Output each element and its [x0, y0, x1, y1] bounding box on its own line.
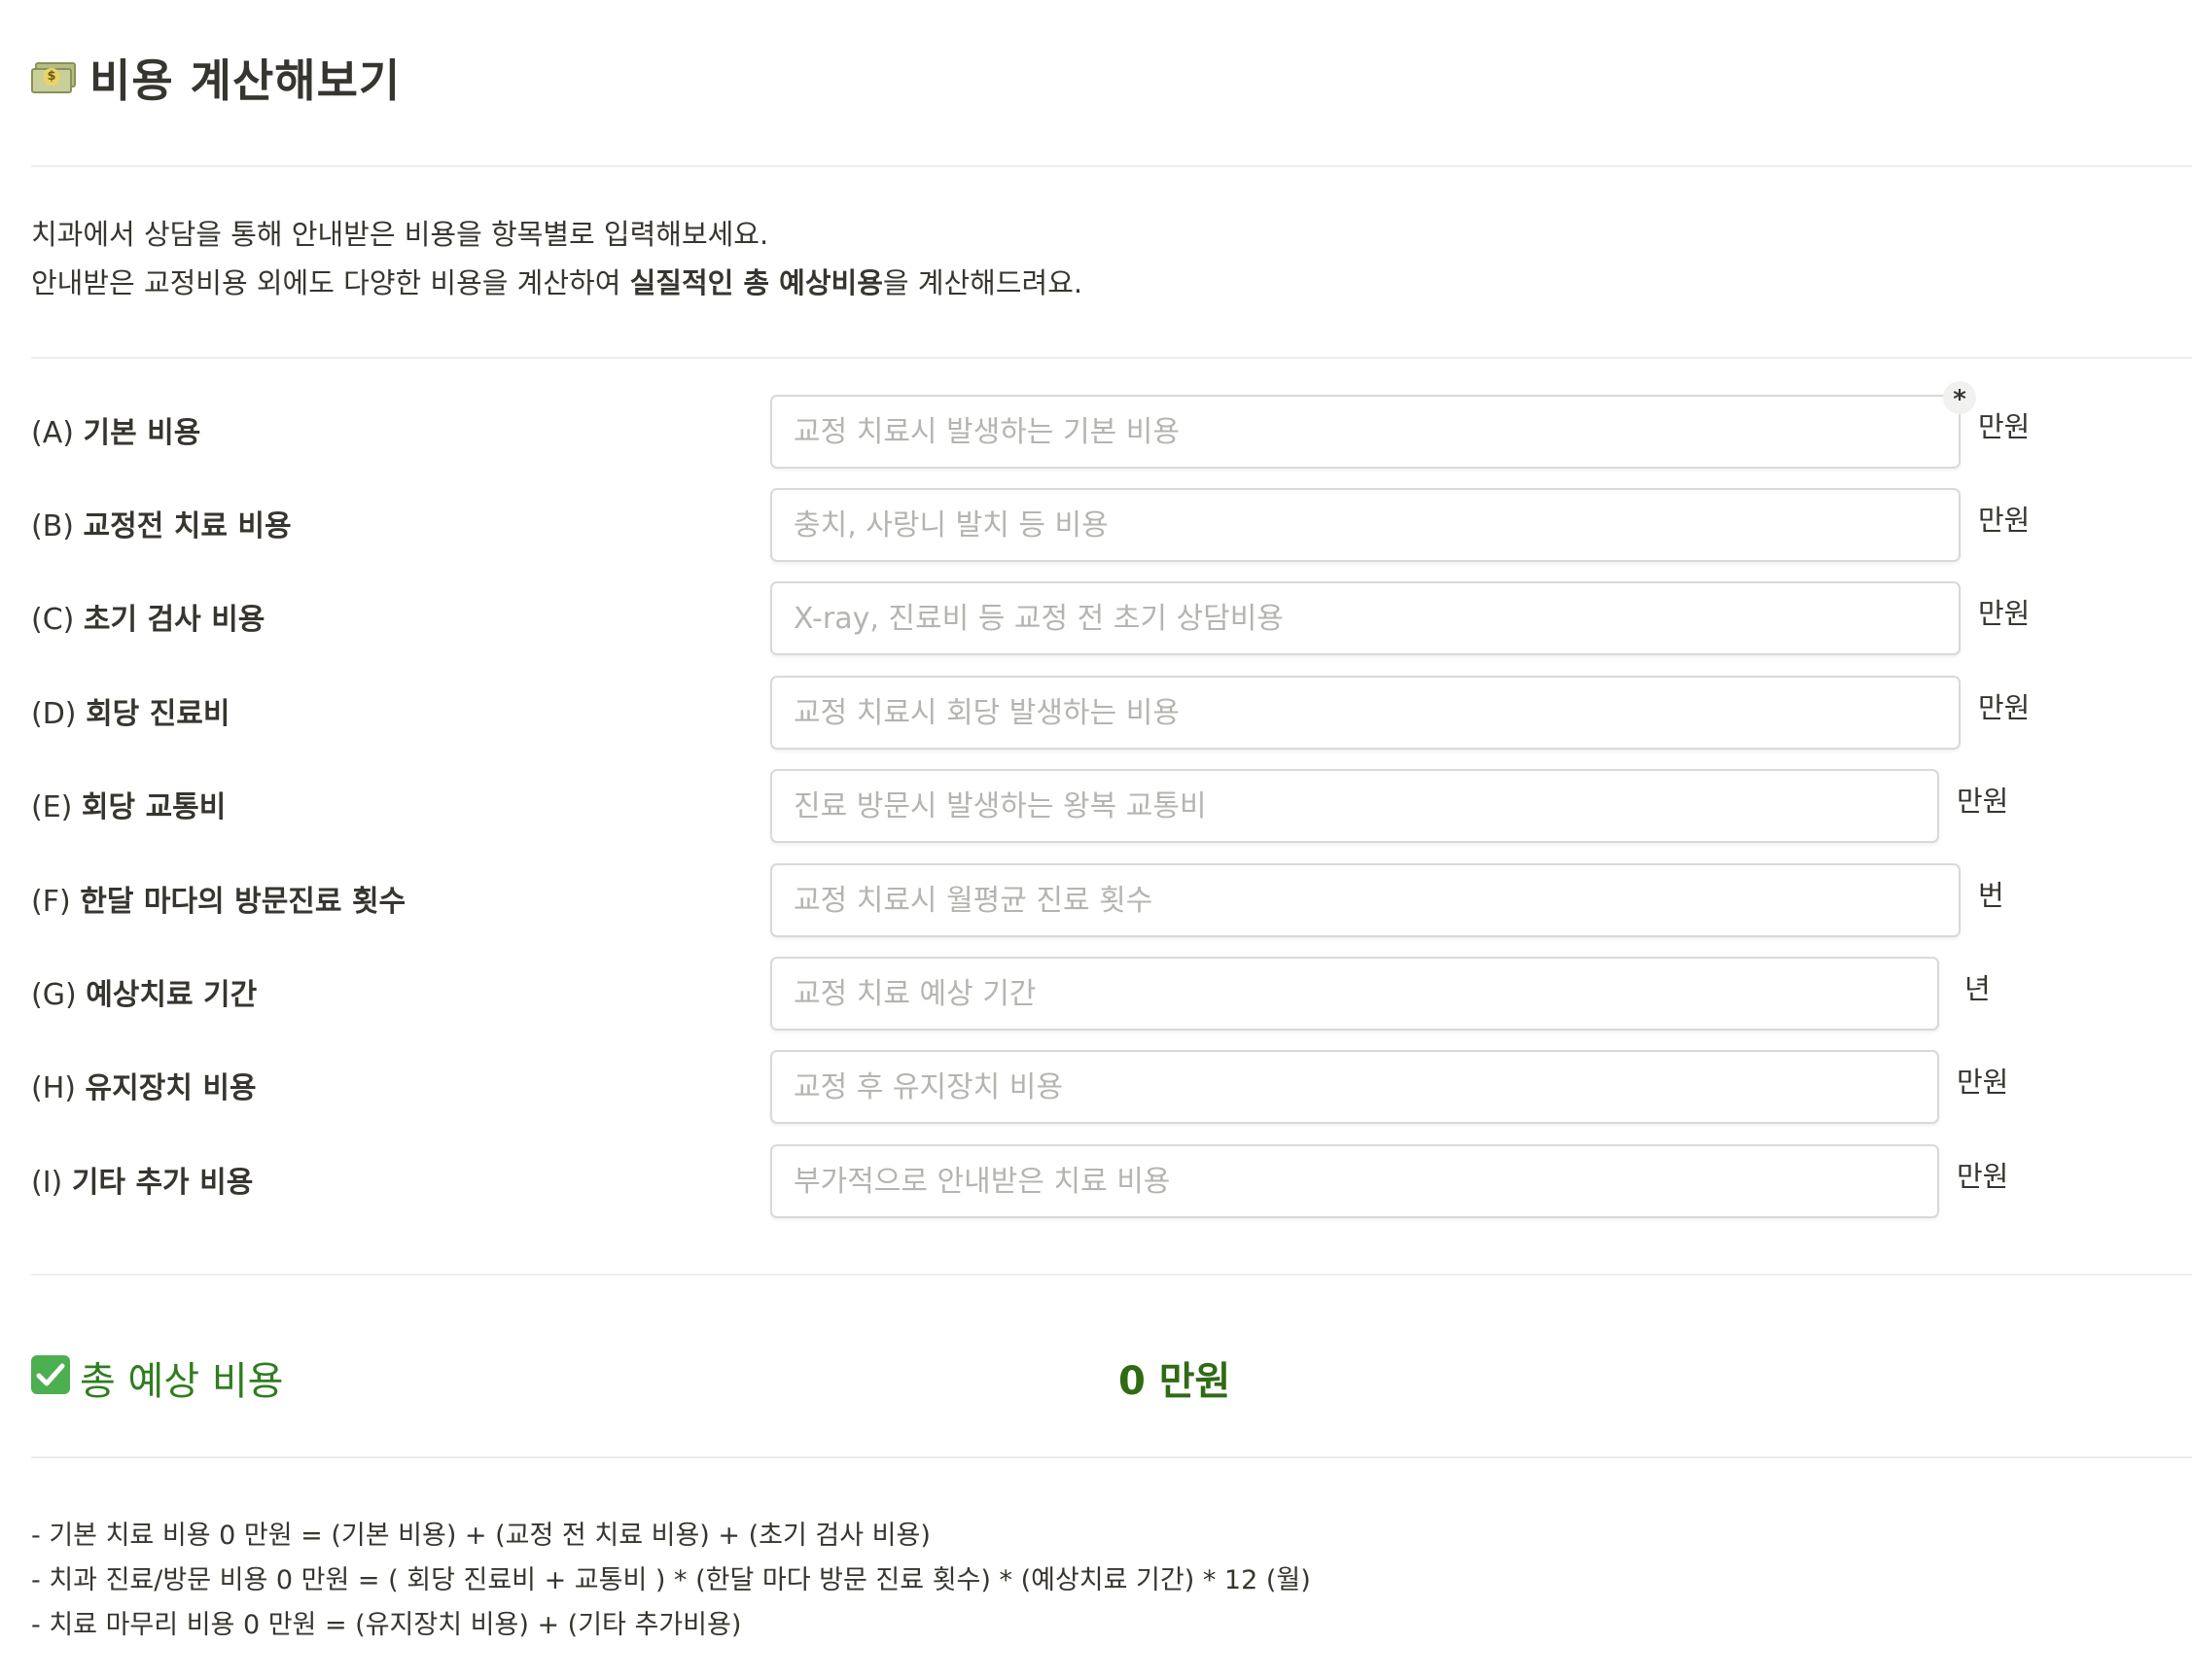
row-base-cost: (A) 기본 비용 * 만원	[31, 381, 2161, 471]
intro-line-2: 안내받은 교정비용 외에도 다양한 비용을 계산하여 실질적인 총 예상비용을 …	[31, 259, 1082, 307]
row-label: (H) 유지장치 비용	[31, 1071, 257, 1105]
row-retainer-cost: (H) 유지장치 비용 만원	[31, 1050, 2161, 1126]
unit-label: 만원	[1957, 1066, 2009, 1099]
intro-text: 치과에서 상담을 통해 안내받은 비용을 항목별로 입력해보세요. 안내받은 교…	[31, 210, 1082, 307]
unit-label: 만원	[1978, 504, 2031, 537]
total-value: 0 만원	[1118, 1359, 1231, 1404]
intro-emphasis: 실질적인 총 예상비용	[629, 266, 883, 299]
formula-finishing-cost: - 치료 마무리 비용 0 만원 = (유지장치 비용) + (기타 추가비용)	[31, 1610, 742, 1640]
page-title: 비용 계산해보기	[89, 54, 402, 107]
total-estimated-cost: 총 예상 비용 0 만원	[31, 1342, 2161, 1410]
transport-cost-input[interactable]	[770, 769, 1939, 843]
divider	[31, 1274, 2192, 1276]
row-label: (I) 기타 추가 비용	[31, 1166, 254, 1200]
row-label: (A) 기본 비용	[31, 416, 201, 450]
unit-label: 만원	[1957, 785, 2009, 818]
row-initial-exam-cost: (C) 초기 검사 비용 만원	[31, 581, 2161, 657]
intro-line-2-start: 안내받은 교정비용 외에도 다양한 비용을 계산하여	[31, 266, 630, 299]
row-label: (G) 예상치료 기간	[31, 978, 258, 1012]
unit-label: 만원	[1978, 410, 2031, 443]
row-label: (B) 교정전 치료 비용	[31, 509, 292, 543]
unit-label: 만원	[1978, 691, 2031, 724]
money-bill-icon: $	[31, 62, 76, 93]
intro-line-2-end: 을 계산해드려요.	[882, 266, 1083, 299]
formula-list: - 기본 치료 비용 0 만원 = (기본 비용) + (교정 전 치료 비용)…	[31, 1514, 1311, 1648]
initial-exam-cost-input[interactable]	[770, 581, 1961, 655]
row-treatment-period: (G) 예상치료 기간 년	[31, 957, 2161, 1032]
divider	[31, 165, 2192, 167]
unit-label: 만원	[1978, 597, 2031, 630]
row-monthly-visits: (F) 한달 마다의 방문진료 횟수 번	[31, 863, 2161, 939]
divider	[31, 357, 2192, 359]
row-label: (E) 회당 교통비	[31, 790, 227, 824]
total-label: 총 예상 비용	[80, 1359, 284, 1404]
divider	[31, 1456, 2192, 1458]
title-row: $ 비용 계산해보기	[31, 47, 401, 109]
formula-basic-treatment: - 기본 치료 비용 0 만원 = (기본 비용) + (교정 전 치료 비용)…	[31, 1521, 931, 1551]
row-per-visit-fee: (D) 회당 진료비 만원	[31, 676, 2161, 752]
row-other-cost: (I) 기타 추가 비용 만원	[31, 1144, 2161, 1220]
unit-label: 번	[1978, 879, 2004, 912]
unit-label: 년	[1964, 972, 1991, 1005]
formula-visit-cost: - 치과 진료/방문 비용 0 만원 = ( 회당 진료비 + 교통비 ) * …	[31, 1565, 1311, 1595]
treatment-period-input[interactable]	[770, 957, 1939, 1031]
other-cost-input[interactable]	[770, 1144, 1939, 1218]
unit-label: 만원	[1957, 1160, 2009, 1193]
check-mark-icon	[31, 1355, 70, 1394]
cost-calculator-page: $ 비용 계산해보기 치과에서 상담을 통해 안내받은 비용을 항목별로 입력해…	[0, 0, 2192, 1680]
row-label: (F) 한달 마다의 방문진료 횟수	[31, 885, 407, 919]
intro-line-1: 치과에서 상담을 통해 안내받은 비용을 항목별로 입력해보세요.	[31, 218, 769, 251]
row-pre-treatment-cost: (B) 교정전 치료 비용 만원	[31, 488, 2161, 564]
per-visit-fee-input[interactable]	[770, 676, 1961, 750]
row-label: (C) 초기 검사 비용	[31, 603, 265, 637]
base-cost-input[interactable]	[770, 395, 1961, 469]
required-asterisk-badge: *	[1943, 381, 1976, 414]
monthly-visits-input[interactable]	[770, 863, 1961, 937]
row-label: (D) 회당 진료비	[31, 697, 230, 731]
row-per-visit-transport: (E) 회당 교통비 만원	[31, 769, 2161, 845]
retainer-cost-input[interactable]	[770, 1050, 1939, 1124]
pre-treatment-cost-input[interactable]	[770, 488, 1961, 562]
